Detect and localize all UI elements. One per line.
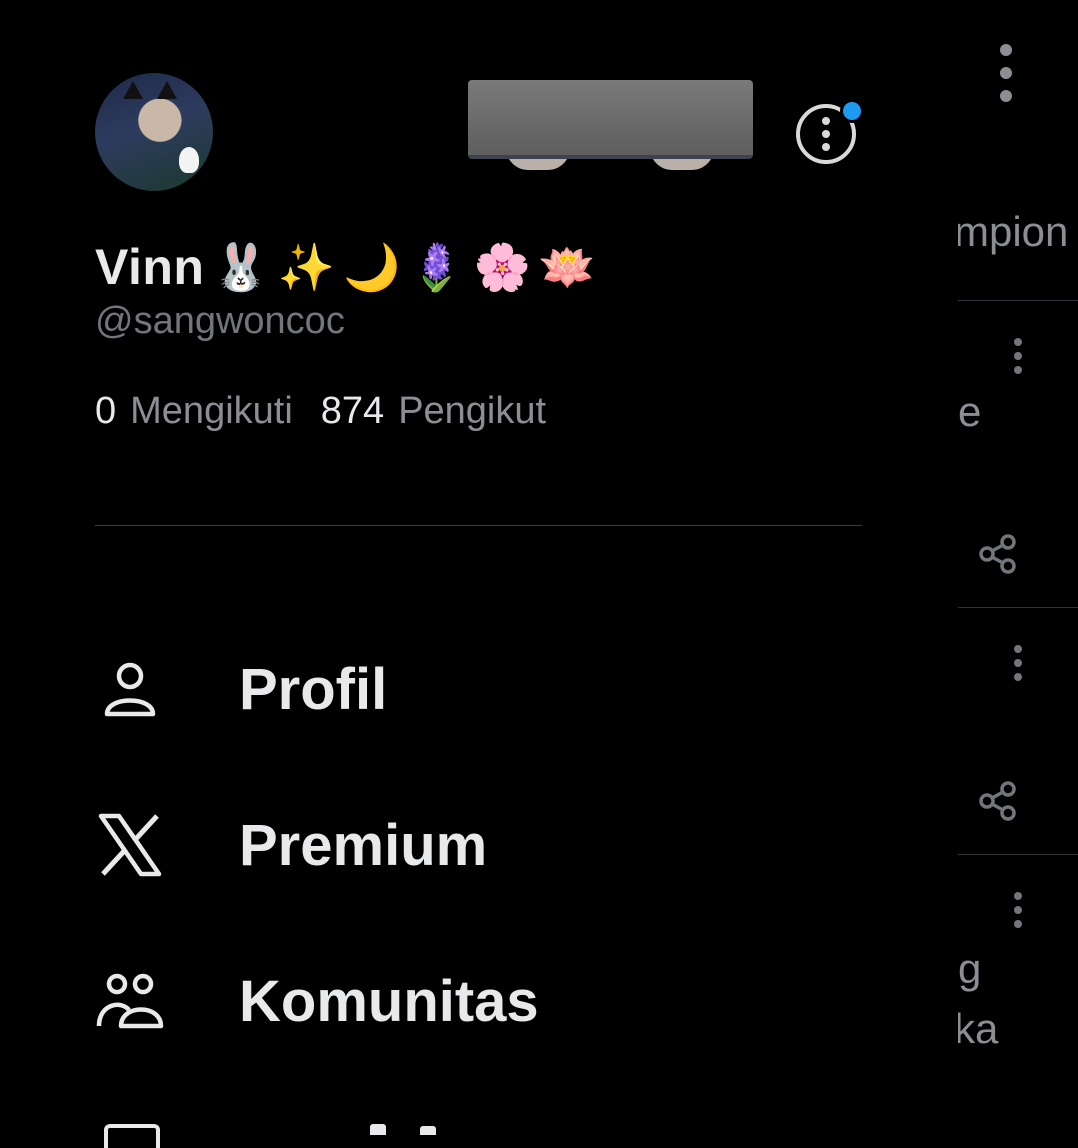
user-handle: @sangwoncoc	[95, 300, 345, 342]
post-more-icon[interactable]	[1014, 645, 1022, 687]
feed-snippet: ka	[954, 1005, 999, 1052]
account-switcher-redacted	[468, 80, 753, 159]
communities-icon	[95, 966, 165, 1036]
feed-snippet: e	[958, 388, 982, 435]
share-icon[interactable]	[978, 781, 1018, 821]
emoji: 🐰	[212, 241, 270, 293]
post-more-icon[interactable]	[1014, 892, 1022, 934]
share-icon[interactable]	[978, 534, 1018, 574]
followers-link[interactable]: 874 Pengikut	[321, 390, 546, 433]
feed-divider	[958, 607, 1078, 608]
divider	[95, 525, 862, 526]
bookmark-icon[interactable]	[104, 1124, 160, 1148]
background-feed: mpion e g ka	[954, 0, 1078, 1135]
navigation-drawer: Vinn 🐰 ✨ 🌙 🪻 🌸 🪷 @sangwoncoc 0 Mengikuti…	[0, 0, 958, 1148]
feed-snippet: mpion	[954, 208, 1069, 255]
menu-item-label: Komunitas	[239, 968, 539, 1034]
menu-item-label: Profil	[239, 656, 388, 722]
avatar[interactable]	[95, 73, 213, 191]
menu-item-profile[interactable]: Profil	[95, 654, 387, 724]
follow-stats: 0 Mengikuti 874 Pengikut	[95, 390, 560, 433]
feed-divider	[958, 854, 1078, 855]
menu-item-communities[interactable]: Komunitas	[95, 966, 539, 1036]
emoji: 🌙	[342, 241, 401, 293]
emoji: 🪻	[408, 241, 466, 293]
followers-count: 874	[320, 390, 385, 432]
emoji: 🪷	[538, 241, 597, 293]
x-logo-icon	[95, 810, 165, 880]
menu-item-premium[interactable]: Premium	[95, 810, 487, 880]
menu-item-label-fragment	[370, 1124, 386, 1135]
feed-snippet: g	[958, 945, 982, 992]
display-name-row[interactable]: Vinn 🐰 ✨ 🌙 🪻 🌸 🪷	[95, 238, 596, 296]
display-name: Vinn	[95, 239, 205, 295]
following-label: Mengikuti	[130, 390, 293, 432]
overflow-menu-icon[interactable]	[1000, 44, 1012, 113]
person-icon	[95, 654, 165, 724]
menu-item-label-fragment	[420, 1126, 436, 1135]
post-more-icon[interactable]	[1014, 338, 1022, 380]
feed-divider	[958, 300, 1078, 301]
followers-label: Pengikut	[398, 390, 547, 432]
menu-item-label: Premium	[239, 812, 488, 878]
emoji: ✨	[277, 241, 335, 293]
following-count: 0	[95, 390, 117, 432]
following-link[interactable]: 0 Mengikuti	[95, 390, 293, 433]
notification-dot	[840, 99, 864, 123]
emoji: 🌸	[473, 241, 531, 293]
